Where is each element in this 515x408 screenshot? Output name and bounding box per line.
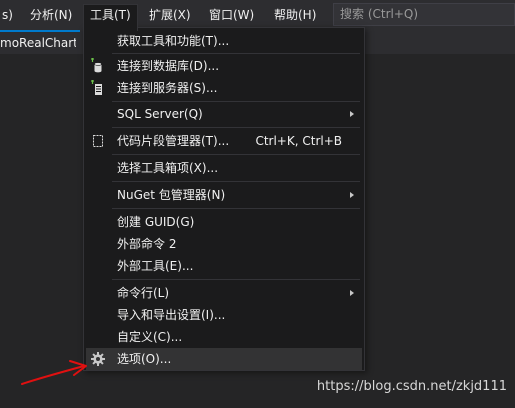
menu-item-label: 自定义(C)...: [117, 330, 183, 344]
menu-separator: [112, 53, 360, 54]
server-connect-icon: [90, 80, 106, 96]
menu-item-choose-toolbox[interactable]: 选择工具箱项(X)...: [86, 157, 362, 179]
menu-item-label: 外部工具(E)...: [117, 259, 194, 273]
menu-item-label: 创建 GUID(G): [117, 215, 195, 229]
menu-item-connect-database[interactable]: 连接到数据库(D)...: [86, 55, 362, 77]
menu-item-options[interactable]: 选项(O)...: [86, 348, 362, 370]
submenu-arrow-icon: [350, 192, 354, 198]
menu-separator: [112, 181, 360, 182]
menu-item-external-command[interactable]: 外部命令 2: [86, 233, 362, 255]
menu-item-label: 连接到服务器(S)...: [117, 81, 218, 95]
tools-dropdown-menu: 获取工具和功能(T)... 连接到数据库(D)... 连接到服务器(S)... …: [83, 27, 365, 371]
submenu-arrow-icon: [350, 290, 354, 296]
menu-item-connect-server[interactable]: 连接到服务器(S)...: [86, 77, 362, 99]
menu-item-sql-server[interactable]: SQL Server(Q): [86, 103, 362, 125]
menu-item-label: 选择工具箱项(X)...: [117, 161, 219, 175]
watermark: https://blog.csdn.net/zkjd111: [316, 379, 507, 394]
menu-separator: [112, 208, 360, 209]
gear-icon: [90, 351, 106, 367]
document-tab-label: moRealChart: [0, 36, 76, 50]
menu-item-code-snippets[interactable]: 代码片段管理器(T)... Ctrl+K, Ctrl+B: [86, 130, 362, 152]
menu-item-create-guid[interactable]: 创建 GUID(G): [86, 211, 362, 233]
search-input[interactable]: 搜索 (Ctrl+Q): [333, 3, 515, 26]
search-placeholder: 搜索 (Ctrl+Q): [340, 7, 419, 21]
menu-separator: [112, 127, 360, 128]
menu-item-label: 导入和导出设置(I)...: [117, 308, 226, 322]
menu-item-partial[interactable]: s): [0, 5, 19, 25]
menu-item-label: 连接到数据库(D)...: [117, 59, 220, 73]
menu-extensions[interactable]: 扩展(X): [143, 5, 197, 25]
menu-item-label: 外部命令 2: [117, 237, 177, 251]
menu-separator: [112, 279, 360, 280]
submenu-arrow-icon: [350, 111, 354, 117]
code-snippet-icon: [90, 133, 106, 149]
menu-separator: [112, 154, 360, 155]
menu-window[interactable]: 窗口(W): [203, 5, 260, 25]
menu-item-label: 命令行(L): [117, 286, 170, 300]
menu-analyze[interactable]: 分析(N): [24, 5, 78, 25]
menu-item-label: NuGet 包管理器(N): [117, 188, 226, 202]
menu-item-label: SQL Server(Q): [117, 107, 203, 121]
menu-item-nuget[interactable]: NuGet 包管理器(N): [86, 184, 362, 206]
menu-item-get-tools[interactable]: 获取工具和功能(T)...: [86, 30, 362, 52]
database-connect-icon: [90, 58, 106, 74]
menu-item-label: 获取工具和功能(T)...: [117, 34, 230, 48]
menu-item-label: 选项(O)...: [117, 352, 172, 366]
menu-item-import-export[interactable]: 导入和导出设置(I)...: [86, 304, 362, 326]
menu-item-command-line[interactable]: 命令行(L): [86, 282, 362, 304]
menu-item-shortcut: Ctrl+K, Ctrl+B: [255, 134, 342, 148]
menu-help[interactable]: 帮助(H): [268, 5, 322, 25]
document-tab[interactable]: moRealChart: [0, 30, 80, 54]
menu-item-label: 代码片段管理器(T)...: [117, 134, 230, 148]
menu-tools[interactable]: 工具(T): [83, 4, 138, 31]
menu-item-external-tools[interactable]: 外部工具(E)...: [86, 255, 362, 277]
menu-item-customize[interactable]: 自定义(C)...: [86, 326, 362, 348]
menu-separator: [112, 101, 360, 102]
menu-bar: s) 分析(N) 工具(T) 扩展(X) 窗口(W) 帮助(H) 搜索 (Ctr…: [0, 0, 515, 31]
